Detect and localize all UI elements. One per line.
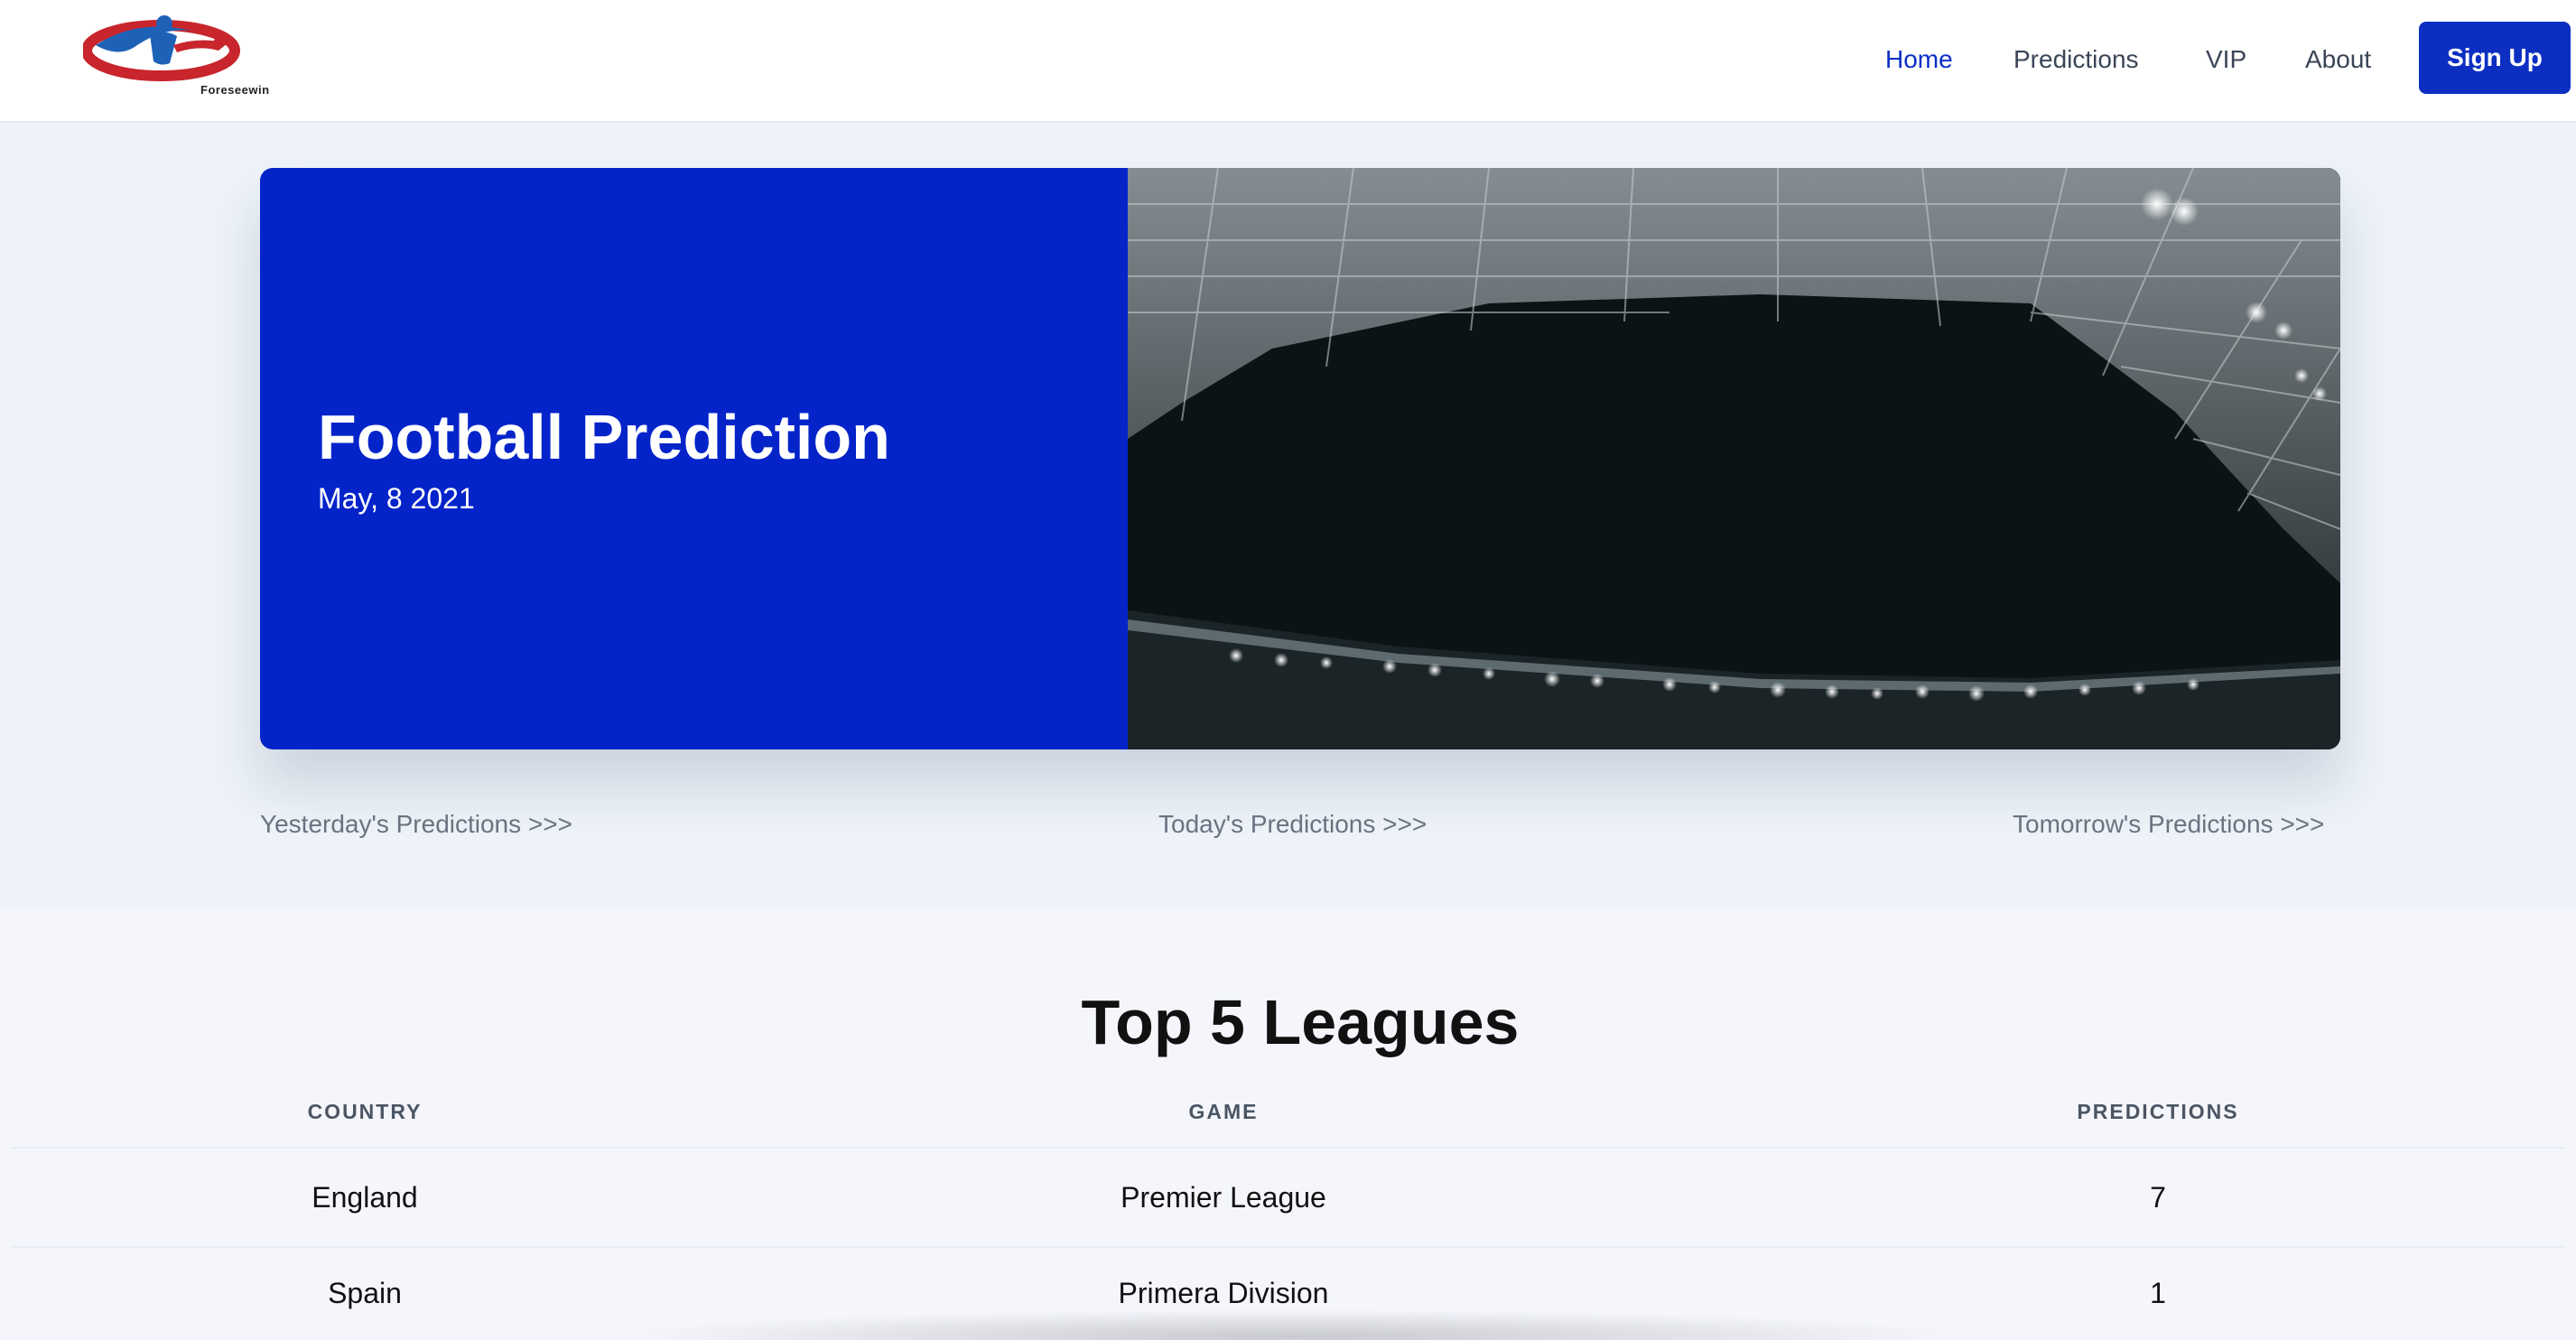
hero-title: Football Prediction — [318, 402, 890, 472]
page: Foreseewin Home Predictions VIP About Si… — [0, 0, 2576, 1340]
nav-vip[interactable]: VIP — [2206, 45, 2246, 74]
table-cell-country: Spain — [328, 1277, 402, 1309]
top-navbar: Foreseewin Home Predictions VIP About Si… — [0, 0, 2576, 123]
sign-up-button[interactable]: Sign Up — [2419, 22, 2571, 94]
tomorrow-predictions-link[interactable]: Tomorrow's Predictions >>> — [2013, 810, 2324, 839]
column-header-game: GAME — [1188, 1100, 1259, 1123]
column-header-predictions: PREDICTIONS — [2077, 1100, 2239, 1123]
logo-wordmark: Foreseewin — [200, 83, 270, 97]
nav-predictions[interactable]: Predictions — [2013, 45, 2139, 74]
stadium-roof-image — [1128, 168, 2340, 749]
table-divider — [11, 1246, 2565, 1248]
table-cell-game[interactable]: Premier League — [953, 1181, 1494, 1214]
foreseewin-logo[interactable]: Foreseewin — [81, 9, 269, 97]
nav-home[interactable]: Home — [1885, 45, 1953, 74]
nav-about[interactable]: About — [2305, 45, 2371, 74]
top-leagues-section: Top 5 Leagues COUNTRY GAME PREDICTIONS E… — [0, 908, 2576, 1340]
hero-date: May, 8 2021 — [318, 482, 475, 515]
column-header-country: COUNTRY — [307, 1100, 423, 1123]
table-divider — [11, 1147, 2565, 1149]
hero-banner: Football Prediction May, 8 2021 — [260, 168, 2340, 749]
yesterday-predictions-link[interactable]: Yesterday's Predictions >>> — [260, 810, 572, 839]
bottom-edge-shadow — [614, 1309, 1968, 1340]
table-cell-game[interactable]: Primera Division — [953, 1277, 1494, 1310]
table-cell-predictions: 7 — [2150, 1181, 2166, 1214]
today-predictions-link[interactable]: Today's Predictions >>> — [1158, 810, 1427, 839]
hero-text-panel: Football Prediction May, 8 2021 — [260, 168, 1128, 749]
table-cell-predictions: 1 — [2150, 1277, 2166, 1309]
table-cell-country: England — [312, 1181, 418, 1214]
leagues-title: Top 5 Leagues — [1081, 987, 1520, 1057]
